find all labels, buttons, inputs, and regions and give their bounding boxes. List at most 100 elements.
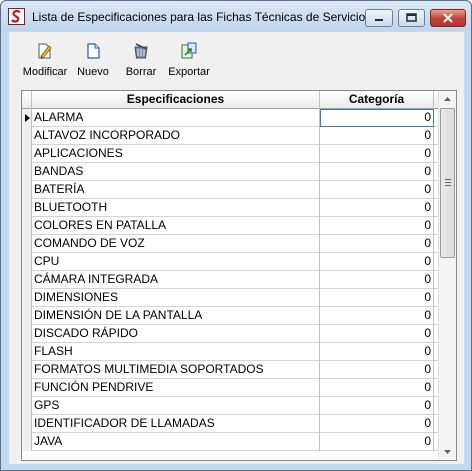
cell-especificacion[interactable]: CÁMARA INTEGRADA [32, 271, 320, 289]
cell-categoria[interactable]: 0 [320, 217, 434, 235]
maximize-button[interactable] [398, 9, 425, 27]
table-row[interactable]: BANDAS 0 [22, 163, 438, 181]
cell-especificacion[interactable]: JAVA [32, 433, 320, 451]
cell-categoria[interactable]: 0 [320, 343, 434, 361]
table-row[interactable]: ALTAVOZ INCORPORADO 0 [22, 127, 438, 145]
table-row[interactable]: IDENTIFICADOR DE LLAMADAS 0 [22, 415, 438, 433]
cell-categoria[interactable]: 0 [320, 307, 434, 325]
table-row[interactable]: DISCADO RÁPIDO 0 [22, 325, 438, 343]
row-selector[interactable] [22, 199, 32, 217]
row-selector[interactable] [22, 271, 32, 289]
cell-especificacion[interactable]: CPU [32, 253, 320, 271]
row-selector[interactable] [22, 415, 32, 433]
scroll-down-icon[interactable] [439, 443, 456, 460]
cell-categoria[interactable]: 0 [320, 181, 434, 199]
row-selector[interactable] [22, 379, 32, 397]
export-button[interactable]: Exportar [165, 36, 213, 86]
cell-especificacion[interactable]: COMANDO DE VOZ [32, 235, 320, 253]
cell-especificacion[interactable]: FORMATOS MULTIMEDIA SOPORTADOS [32, 361, 320, 379]
table-row[interactable]: DIMENSIONES 0 [22, 289, 438, 307]
cell-especificacion[interactable]: COLORES EN PATALLA [32, 217, 320, 235]
cell-especificacion[interactable]: IDENTIFICADOR DE LLAMADAS [32, 415, 320, 433]
table-row[interactable]: CPU 0 [22, 253, 438, 271]
table-row[interactable]: FUNCIÓN PENDRIVE 0 [22, 379, 438, 397]
row-selector[interactable] [22, 181, 32, 199]
table-row[interactable]: FLASH 0 [22, 343, 438, 361]
modify-button[interactable]: Modificar [21, 36, 69, 86]
cell-categoria[interactable]: 0 [320, 271, 434, 289]
column-header-categoria[interactable]: Categoría [320, 91, 434, 109]
column-header-especificaciones[interactable]: Especificaciones [32, 91, 320, 109]
row-selector[interactable] [22, 325, 32, 343]
cell-especificacion[interactable]: APLICACIONES [32, 145, 320, 163]
row-selector[interactable] [22, 289, 32, 307]
export-icon [181, 42, 197, 59]
row-selector[interactable] [22, 217, 32, 235]
window-client-area: Modificar Nuevo Borrar Exportar Especifi… [9, 32, 464, 464]
specifications-grid[interactable]: Especificaciones Categoría ALARMA 0 ALTAVO… [21, 90, 457, 461]
cell-categoria[interactable]: 0 [320, 235, 434, 253]
cell-categoria[interactable]: 0 [320, 397, 434, 415]
row-selector[interactable] [22, 397, 32, 415]
title-bar[interactable]: Lista de Especificaciones para las Ficha… [1, 1, 471, 31]
cell-categoria[interactable]: 0 [320, 379, 434, 397]
row-selector[interactable] [22, 235, 32, 253]
row-selector[interactable] [22, 163, 32, 181]
row-selector[interactable] [22, 343, 32, 361]
table-row[interactable]: COLORES EN PATALLA 0 [22, 217, 438, 235]
row-selector[interactable] [22, 145, 32, 163]
cell-especificacion[interactable]: ALARMA [32, 109, 320, 127]
row-selector[interactable] [22, 361, 32, 379]
cell-categoria[interactable]: 0 [320, 199, 434, 217]
cell-categoria[interactable]: 0 [320, 109, 434, 127]
current-row-indicator-icon[interactable] [22, 109, 32, 127]
cell-especificacion[interactable]: DIMENSIONES [32, 289, 320, 307]
table-row[interactable]: ALARMA 0 [22, 109, 438, 127]
cell-especificacion[interactable]: FLASH [32, 343, 320, 361]
table-row[interactable]: COMANDO DE VOZ 0 [22, 235, 438, 253]
cell-categoria[interactable]: 0 [320, 145, 434, 163]
modify-label: Modificar [22, 66, 68, 78]
cell-categoria[interactable]: 0 [320, 325, 434, 343]
table-row[interactable]: GPS 0 [22, 397, 438, 415]
cell-categoria[interactable]: 0 [320, 163, 434, 181]
delete-button[interactable]: Borrar [121, 36, 161, 86]
table-row[interactable]: FORMATOS MULTIMEDIA SOPORTADOS 0 [22, 361, 438, 379]
table-row[interactable]: JAVA 0 [22, 433, 438, 451]
cell-categoria[interactable]: 0 [320, 361, 434, 379]
cell-especificacion[interactable]: GPS [32, 397, 320, 415]
cell-especificacion[interactable]: DIMENSIÓN DE LA PANTALLA [32, 307, 320, 325]
cell-especificacion[interactable]: ALTAVOZ INCORPORADO [32, 127, 320, 145]
scrollbar-thumb[interactable] [440, 108, 455, 258]
table-row[interactable]: CÁMARA INTEGRADA 0 [22, 271, 438, 289]
row-selector[interactable] [22, 253, 32, 271]
vertical-scrollbar[interactable] [438, 91, 456, 460]
cell-categoria[interactable]: 0 [320, 433, 434, 451]
app-logo-icon[interactable] [8, 8, 25, 25]
cell-especificacion[interactable]: BANDAS [32, 163, 320, 181]
cell-especificacion[interactable]: BATERÍA [32, 181, 320, 199]
new-button[interactable]: Nuevo [73, 36, 113, 86]
row-selector[interactable] [22, 127, 32, 145]
table-row[interactable]: APLICACIONES 0 [22, 145, 438, 163]
cell-categoria[interactable]: 0 [320, 253, 434, 271]
minimize-button[interactable] [365, 9, 393, 27]
table-row[interactable]: BLUETOOTH 0 [22, 199, 438, 217]
export-label: Exportar [168, 66, 210, 78]
table-row[interactable]: BATERÍA 0 [22, 181, 438, 199]
delete-label: Borrar [125, 66, 157, 78]
cell-categoria[interactable]: 0 [320, 415, 434, 433]
row-selector[interactable] [22, 433, 32, 451]
close-button[interactable] [430, 9, 466, 27]
table-row[interactable]: DIMENSIÓN DE LA PANTALLA 0 [22, 307, 438, 325]
cell-categoria[interactable]: 0 [320, 127, 434, 145]
cell-especificacion[interactable]: FUNCIÓN PENDRIVE [32, 379, 320, 397]
grid-header: Especificaciones Categoría [22, 91, 438, 109]
cell-especificacion[interactable]: DISCADO RÁPIDO [32, 325, 320, 343]
cell-categoria[interactable]: 0 [320, 289, 434, 307]
row-selector-header [22, 91, 32, 109]
cell-especificacion[interactable]: BLUETOOTH [32, 199, 320, 217]
row-selector[interactable] [22, 307, 32, 325]
scroll-up-icon[interactable] [439, 91, 456, 108]
window-title: Lista de Especificaciones para las Ficha… [32, 10, 372, 24]
